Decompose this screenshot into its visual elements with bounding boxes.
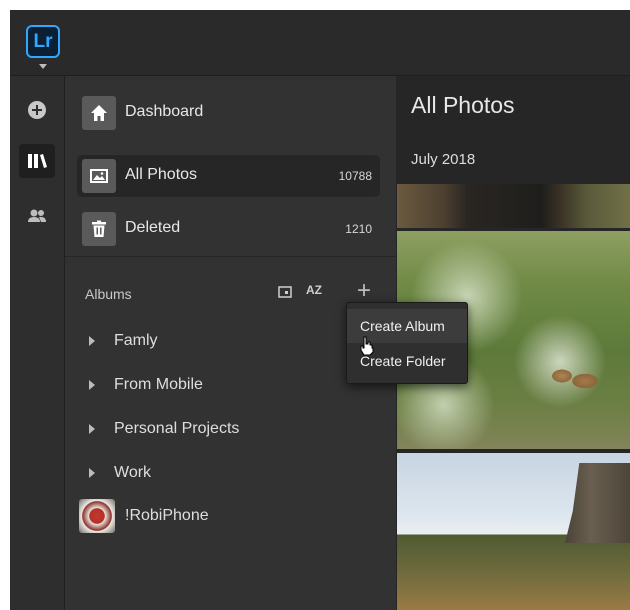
sort-az-button[interactable]: AZ <box>306 283 322 297</box>
nav-item-dashboard[interactable]: Dashboard <box>77 92 380 134</box>
deleted-count: 1210 <box>345 222 372 236</box>
album-row-work[interactable]: Work <box>77 460 367 488</box>
album-label: Famly <box>114 332 158 349</box>
expand-triangle-icon[interactable] <box>89 468 95 478</box>
album-label: Work <box>114 464 152 481</box>
lightroom-app: Lr Dashboard All Photos 10788 Deleted 12… <box>10 10 630 610</box>
album-row-from-mobile[interactable]: From Mobile <box>77 372 367 400</box>
photos-icon <box>82 159 116 193</box>
nav-item-all-photos[interactable]: All Photos 10788 <box>77 155 380 197</box>
menu-label: Create Album <box>360 318 445 334</box>
add-album-button[interactable]: + <box>357 279 371 303</box>
top-bar: Lr <box>10 10 630 76</box>
expand-triangle-icon[interactable] <box>89 380 95 390</box>
sort-by-date-icon[interactable] <box>278 286 292 298</box>
album-row-famly[interactable]: Famly <box>77 328 367 356</box>
chevron-down-icon[interactable] <box>39 64 47 69</box>
expand-triangle-icon[interactable] <box>89 424 95 434</box>
people-icon <box>28 209 46 222</box>
expand-triangle-icon[interactable] <box>89 336 95 346</box>
date-group-label: July 2018 <box>411 151 476 168</box>
album-row-personal-projects[interactable]: Personal Projects <box>77 416 367 444</box>
add-photos-icon <box>28 101 46 119</box>
nav-label: All Photos <box>125 166 198 183</box>
photo-count: 10788 <box>338 169 372 183</box>
hand-cursor-icon <box>360 336 374 356</box>
photo-thumbnail[interactable] <box>397 453 630 610</box>
people-button[interactable] <box>19 199 55 233</box>
add-photos-button[interactable] <box>19 93 55 127</box>
album-label: From Mobile <box>114 376 203 393</box>
album-label-robiphone[interactable]: !RobiPhone <box>125 507 209 525</box>
nav-label: Dashboard <box>125 103 204 120</box>
lr-logo[interactable]: Lr <box>26 25 60 58</box>
page-title: All Photos <box>411 92 515 118</box>
divider <box>65 256 396 257</box>
library-button[interactable] <box>19 144 55 178</box>
left-icon-rail <box>10 76 65 610</box>
nav-item-deleted[interactable]: Deleted 1210 <box>77 208 380 250</box>
home-icon <box>82 96 116 130</box>
trash-icon <box>82 212 116 246</box>
nav-label: Deleted <box>125 219 181 236</box>
album-label: Personal Projects <box>114 420 240 437</box>
photo-detail <box>565 463 630 543</box>
albums-heading: Albums <box>85 286 132 302</box>
library-icon <box>28 154 47 168</box>
album-thumbnail[interactable] <box>79 499 115 533</box>
photo-thumbnail[interactable] <box>397 184 630 228</box>
